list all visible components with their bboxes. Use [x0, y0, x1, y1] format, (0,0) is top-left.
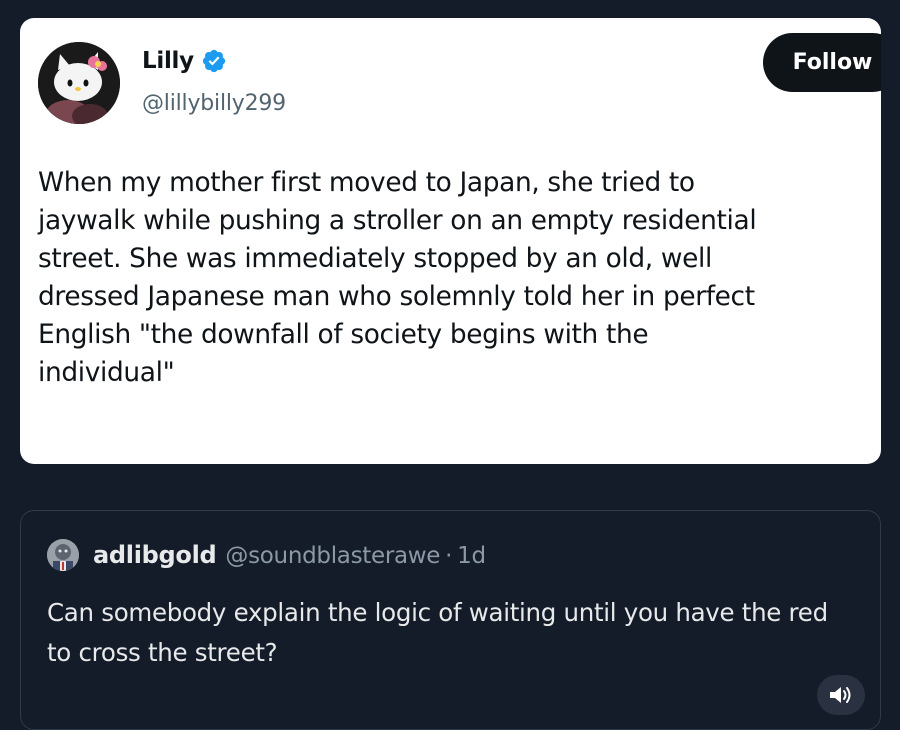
- reply-text: Can somebody explain the logic of waitin…: [47, 598, 828, 667]
- quoted-tweet-card[interactable]: Lilly @lillybilly299 Follow When my moth…: [20, 18, 881, 464]
- reply-author-handle[interactable]: @soundblasterawe: [225, 543, 440, 569]
- sound-toggle-button[interactable]: [817, 675, 865, 715]
- header-separator: ·: [445, 543, 453, 569]
- verified-badge-icon: [201, 48, 227, 74]
- reply-author-display-name[interactable]: adlibgold: [93, 541, 217, 569]
- follow-button[interactable]: Follow: [763, 33, 881, 92]
- user-avatar-icon: [47, 539, 79, 571]
- hello-kitty-avatar-icon: [38, 42, 120, 124]
- author-handle[interactable]: @lillybilly299: [142, 91, 286, 116]
- tweet-text: When my mother first moved to Japan, she…: [38, 167, 757, 388]
- author-avatar[interactable]: [38, 42, 120, 124]
- reply-tweet[interactable]: adlibgold @soundblasterawe · 1d Can some…: [20, 510, 881, 730]
- reply-timestamp[interactable]: 1d: [457, 543, 486, 569]
- reply-author-avatar[interactable]: [47, 539, 79, 571]
- author-name-row: Lilly: [142, 48, 227, 74]
- author-display-name[interactable]: Lilly: [142, 48, 194, 74]
- reply-header: adlibgold @soundblasterawe · 1d: [93, 541, 486, 569]
- speaker-icon: [830, 687, 851, 703]
